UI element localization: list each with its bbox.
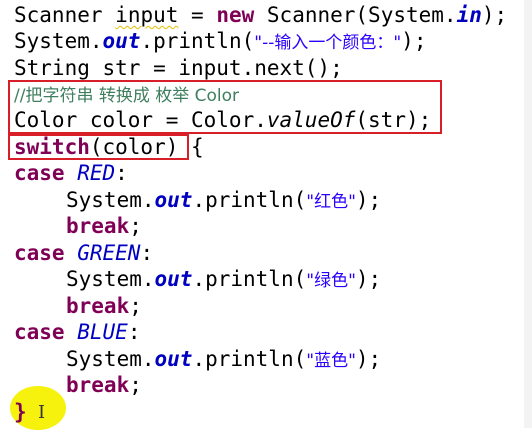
method-call-token: .println( [140,29,255,53]
method-call-token: .println( [192,267,307,291]
line-end-token: ); [355,267,382,291]
method-call-token: .println( [192,347,307,371]
enum-constant-token: GREEN [77,241,141,265]
class-token: System. [66,347,155,371]
code-line-13: case BLUE: [14,319,140,345]
class-token: System. [66,188,155,212]
code-line-9: break; [66,213,142,239]
field-out-token: out [154,188,193,212]
field-out-token: out [154,267,193,291]
keyword-new: new [216,3,255,27]
string-literal: "蓝色" [306,351,356,371]
string-literal: "红色" [306,192,356,212]
string-literal: "--输入一个颜色：" [254,33,402,53]
keyword-case: case [14,320,65,344]
code-line-3: String str = input.next(); [14,55,343,81]
line-end-token: ); [481,3,508,27]
code-line-14: System.out.println("蓝色"); [66,346,381,372]
line-end-token: ); [355,188,382,212]
brace-token: { [178,135,204,159]
editor-scroll-edge [524,0,532,428]
keyword-case: case [14,161,65,185]
statement-token: String str = input.next(); [14,56,343,80]
line-end-token: (str); [355,108,432,132]
code-line-15: break; [66,372,142,398]
code-line-2: System.out.println("--输入一个颜色："); [14,28,426,54]
semicolon-token: ; [129,294,142,318]
switch-argument-token: (color) [89,135,179,159]
keyword-case: case [14,241,65,265]
colon-token: : [140,241,154,265]
constructor-token: Scanner(System. [254,3,457,27]
text-cursor-icon: I [38,402,46,423]
colon-token: : [127,320,141,344]
variable-warning-token: input [115,3,179,27]
code-line-1: Scanner input = new Scanner(System.in); [14,2,507,28]
enum-constant-token: RED [77,161,116,185]
line-end-token: ); [355,347,382,371]
closing-brace-token: } [14,400,27,424]
code-line-11: System.out.println("绿色"); [66,266,381,292]
code-editor[interactable]: Scanner input = new Scanner(System.in); … [0,0,532,430]
enum-constant-token: BLUE [77,320,128,344]
static-method-token: valueOf [266,108,356,132]
comment-token: //把字符串 转换成 枚举 Color [14,86,240,106]
field-out-token: out [154,347,193,371]
code-line-7: case RED: [14,160,128,186]
code-line-4: //把字符串 转换成 枚举 Color [14,81,239,107]
colon-token: : [115,161,128,185]
code-line-8: System.out.println("红色"); [66,187,381,213]
operator-token: = [178,3,217,27]
class-token: System. [14,29,103,53]
keyword-switch: switch [14,135,90,159]
field-out-token: out [102,29,141,53]
field-in-token: in [456,3,482,27]
method-call-token: .println( [192,188,307,212]
statement-token: Color color = Color. [14,108,267,132]
string-literal: "绿色" [306,271,356,291]
semicolon-token: ; [129,214,142,238]
keyword-break: break [66,373,130,397]
class-token: System. [66,267,155,291]
semicolon-token: ; [129,373,142,397]
type-token: Scanner [14,3,103,27]
code-line-6: switch(color) { [14,134,204,160]
code-line-5: Color color = Color.valueOf(str); [14,107,431,133]
keyword-break: break [66,214,130,238]
code-line-10: case GREEN: [14,240,153,266]
keyword-break: break [66,294,130,318]
line-end-token: ); [401,29,427,53]
code-line-16: } [14,399,27,425]
code-line-12: break; [66,293,142,319]
